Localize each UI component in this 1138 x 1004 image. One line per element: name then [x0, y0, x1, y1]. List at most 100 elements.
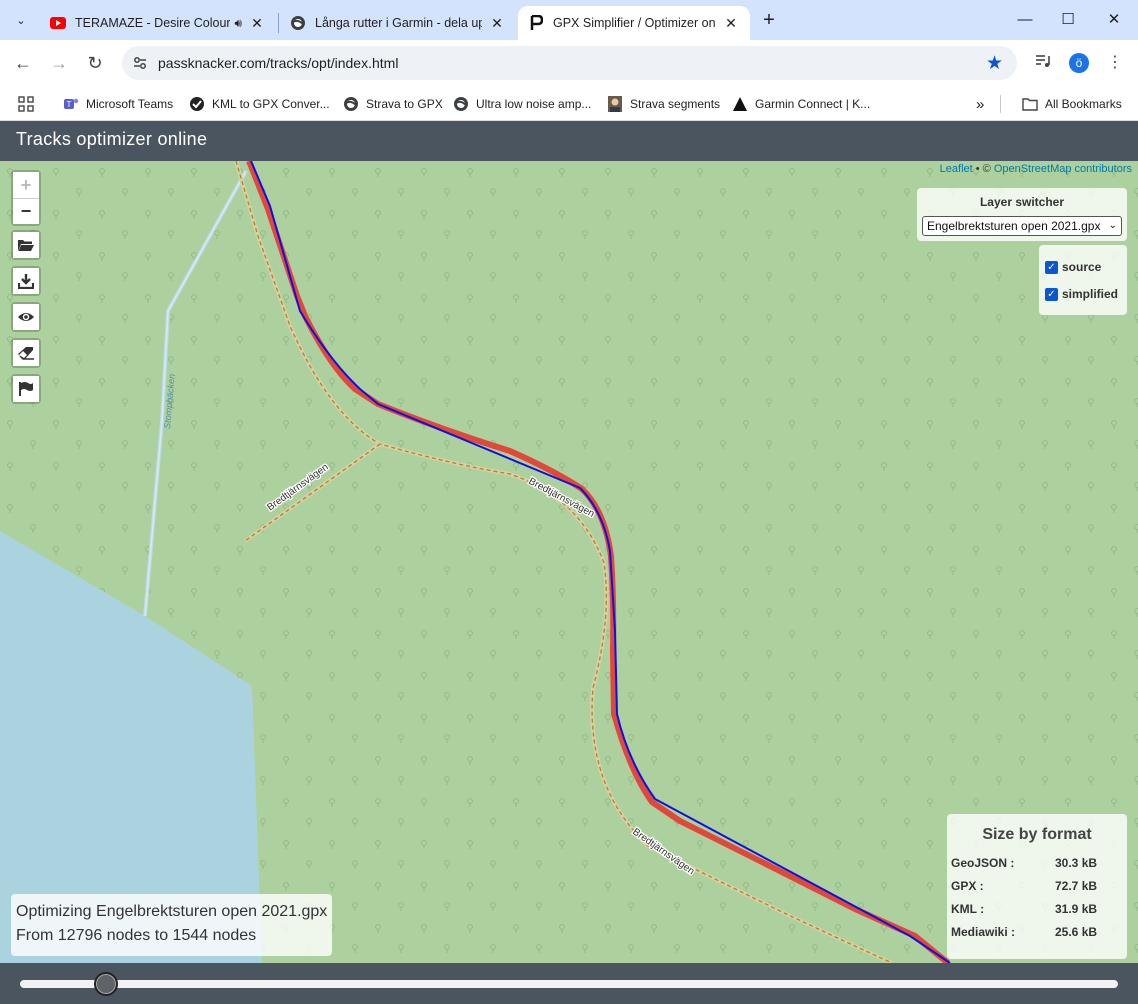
svg-text:T: T [67, 100, 72, 109]
close-tab-icon[interactable]: ✕ [722, 15, 740, 32]
flag-icon[interactable] [13, 376, 39, 402]
globe-icon [453, 96, 469, 112]
bookmark-label: Garmin Connect | K... [755, 97, 871, 111]
bookmark-label: Ultra low noise amp... [476, 97, 592, 111]
zoom-out-button[interactable]: − [13, 198, 39, 224]
flag-control [11, 374, 41, 404]
layer-source-checkbox-row[interactable]: ✓ source [1045, 260, 1101, 274]
apps-grid-icon[interactable] [18, 93, 34, 115]
layer-visibility-panel [1039, 245, 1127, 315]
format-size: 72.7 kB [1055, 879, 1098, 893]
folder-icon [1022, 96, 1038, 112]
map-attribution: Leaflet • © OpenStreetMap contributors [940, 163, 1132, 175]
all-bookmarks-button[interactable]: All Bookmarks [1022, 93, 1122, 115]
bookmarks-bar: T Microsoft Teams KML to GPX Conver... S… [0, 86, 1138, 121]
layer-select-value: Engelbrektsturen open 2021.gpx [927, 219, 1101, 233]
tolerance-slider-thumb[interactable] [93, 972, 118, 996]
page-header: Tracks optimizer online [0, 121, 1138, 161]
teams-icon: T [63, 96, 79, 112]
leaflet-link[interactable]: Leaflet [940, 163, 973, 175]
bookmark-kml-to-gpx[interactable]: KML to GPX Conver... [189, 93, 330, 115]
chevron-down-icon: ⌄ [16, 14, 26, 27]
bookmark-label: Strava segments [630, 97, 721, 111]
globe-icon [290, 15, 306, 31]
browser-toolbar: ← → ↻ passknacker.com/tracks/opt/index.h… [0, 40, 1138, 86]
bookmark-ultra-low-noise[interactable]: Ultra low noise amp... [453, 93, 591, 115]
bookmark-microsoft-teams[interactable]: T Microsoft Teams [63, 93, 173, 115]
open-file-control [11, 230, 41, 260]
tab-teramaze[interactable]: TERAMAZE - Desire Colours 🔊︎ ✕ [40, 6, 276, 40]
profile-avatar[interactable]: ö [1069, 53, 1089, 73]
bookmark-strava-segments[interactable]: Strava segments [607, 93, 720, 115]
zoom-in-button[interactable]: + [13, 172, 39, 198]
format-size: 31.9 kB [1055, 902, 1098, 916]
minimize-button[interactable]: — [1010, 8, 1040, 32]
close-tab-icon[interactable]: ✕ [488, 15, 506, 32]
tab-search-button[interactable]: ⌄ [8, 8, 34, 32]
bookmark-star-icon[interactable]: ★ [986, 52, 1003, 75]
new-tab-button[interactable]: + [758, 10, 780, 32]
bookmark-label: KML to GPX Conver... [212, 97, 330, 111]
site-settings-icon[interactable] [132, 55, 148, 71]
close-tab-icon[interactable]: ✕ [248, 15, 266, 32]
tolerance-slider-bar [0, 963, 1138, 1004]
tab-gpx-simplifier[interactable]: GPX Simplifier / Optimizer online ✕ [518, 6, 750, 40]
bookmark-label: Microsoft Teams [86, 97, 174, 111]
passknacker-icon [528, 15, 544, 31]
garmin-icon [732, 96, 748, 112]
tab-title: Långa rutter i Garmin - dela upp [315, 16, 482, 30]
info-node-count: From 12796 nodes to 1544 nodes [16, 927, 257, 944]
format-label: GPX : [951, 879, 984, 893]
format-label: GeoJSON : [951, 856, 1015, 870]
menu-kebab-icon[interactable]: ⋮ [1104, 52, 1126, 74]
info-filename: Optimizing Engelbrektsturen open 2021.gp… [16, 903, 328, 920]
page-title: Tracks optimizer online [16, 129, 208, 149]
osm-link[interactable]: OpenStreetMap contributors [994, 163, 1132, 175]
tab-title: GPX Simplifier / Optimizer online [553, 16, 716, 30]
format-size: 25.6 kB [1055, 925, 1098, 939]
visibility-control [11, 302, 41, 332]
address-bar[interactable]: passknacker.com/tracks/opt/index.html ★ [122, 46, 1017, 80]
tolerance-slider-track[interactable] [20, 980, 1118, 988]
checkbox-checked-icon[interactable]: ✓ [1045, 260, 1058, 274]
media-control-icon[interactable] [1032, 52, 1054, 74]
layer-label: source [1062, 260, 1102, 274]
forward-button[interactable]: → [47, 51, 71, 75]
format-label: KML : [951, 902, 985, 916]
eraser-icon[interactable] [13, 340, 39, 366]
back-button[interactable]: ← [11, 51, 35, 75]
open-folder-icon[interactable] [13, 232, 39, 258]
maximize-button[interactable]: ☐ [1053, 8, 1083, 32]
tab-garmin-routes[interactable]: Långa rutter i Garmin - dela upp ✕ [280, 6, 516, 40]
bookmark-separator [1000, 93, 1001, 115]
checkbox-checked-icon[interactable]: ✓ [1045, 287, 1058, 301]
check-icon [189, 96, 205, 112]
layer-switcher: Layer switcher Engelbrektsturen open 202… [917, 188, 1127, 241]
url-text: passknacker.com/tracks/opt/index.html [158, 55, 399, 71]
avatar-icon [607, 96, 623, 112]
bookmark-label: All Bookmarks [1045, 97, 1122, 111]
chevron-down-icon: ⌄ [1108, 220, 1117, 231]
tab-separator [278, 13, 279, 33]
speaker-icon[interactable]: 🔊︎ [234, 16, 242, 31]
layer-label: simplified [1062, 287, 1119, 301]
map-view[interactable]: Bredtjärnsvägen Bredtjärnsvägen Bredtjär… [0, 161, 1138, 963]
download-control [11, 266, 41, 296]
reload-button[interactable]: ↻ [83, 51, 107, 75]
zoom-control: + − [11, 170, 41, 226]
bookmark-garmin-connect[interactable]: Garmin Connect | K... [732, 93, 870, 115]
layer-switcher-title: Layer switcher [979, 195, 1065, 209]
close-window-button[interactable]: ✕ [1099, 8, 1129, 32]
format-label: Mediawiki : [951, 925, 1016, 939]
layer-simplified-checkbox-row[interactable]: ✓ simplified [1045, 287, 1118, 301]
layer-select[interactable]: Engelbrektsturen open 2021.gpx ⌄ [922, 216, 1122, 236]
bookmark-strava-to-gpx[interactable]: Strava to GPX [343, 93, 443, 115]
attribution-separator: • © [972, 163, 994, 175]
youtube-icon [50, 15, 66, 31]
optimization-info: Optimizing Engelbrektsturen open 2021.gp… [11, 894, 332, 956]
eraser-control [11, 338, 41, 368]
bookmarks-overflow-button[interactable]: » [976, 93, 984, 115]
format-size: 30.3 kB [1055, 856, 1098, 870]
download-icon[interactable] [13, 268, 39, 294]
eye-icon[interactable] [13, 304, 39, 330]
